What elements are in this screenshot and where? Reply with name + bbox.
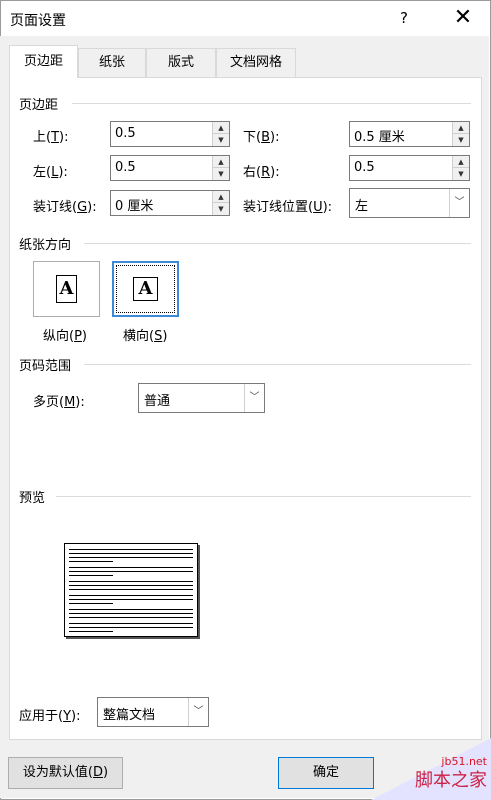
gutter-position-select[interactable]: 左 ﹀ xyxy=(349,188,470,218)
spin-down-icon[interactable]: ▼ xyxy=(453,168,469,180)
landscape-icon: A xyxy=(132,277,159,301)
page-preview xyxy=(64,543,198,637)
divider xyxy=(84,364,471,365)
chevron-down-icon[interactable]: ﹀ xyxy=(449,189,469,217)
landscape-button[interactable]: A xyxy=(112,261,179,317)
bottom-margin-spinner[interactable]: 0.5 厘米 ▲ ▼ xyxy=(349,121,470,147)
divider xyxy=(56,496,471,497)
left-margin-spinner[interactable]: 0.5 ▲ ▼ xyxy=(110,155,230,181)
margins-section-title: 页边距 xyxy=(19,98,59,113)
spin-up-icon[interactable]: ▲ xyxy=(453,156,469,168)
pages-section-title: 页码范围 xyxy=(19,359,72,374)
spin-up-icon[interactable]: ▲ xyxy=(453,122,469,134)
help-icon[interactable]: ? xyxy=(400,9,408,27)
spin-up-icon[interactable]: ▲ xyxy=(213,156,229,168)
right-margin-label: 右(R): xyxy=(243,165,280,180)
chevron-down-icon[interactable]: ﹀ xyxy=(244,384,264,412)
spin-up-icon[interactable]: ▲ xyxy=(213,191,229,203)
gutter-position-value: 左 xyxy=(355,199,369,214)
gutter-position-label: 装订线位置(U): xyxy=(243,200,333,215)
bottom-margin-label: 下(B): xyxy=(243,130,280,145)
multiple-pages-value: 普通 xyxy=(144,394,171,409)
watermark-text: 脚本之家 xyxy=(415,770,487,791)
ok-button[interactable]: 确定 xyxy=(278,757,374,789)
watermark: jb51.net 脚本之家 xyxy=(371,738,491,800)
spin-down-icon[interactable]: ▼ xyxy=(213,134,229,146)
apply-to-value: 整篇文档 xyxy=(103,708,156,723)
dialog-title: 页面设置 xyxy=(10,13,66,29)
gutter-value: 0 厘米 xyxy=(115,199,154,214)
portrait-icon: A xyxy=(55,275,78,303)
set-as-default-button[interactable]: 设为默认值(D) xyxy=(8,757,123,789)
title-bar: 页面设置 ? ✕ xyxy=(1,1,490,37)
orientation-section-title: 纸张方向 xyxy=(19,238,72,253)
right-margin-spinner[interactable]: 0.5 ▲ ▼ xyxy=(349,155,470,181)
bottom-margin-value: 0.5 厘米 xyxy=(354,130,405,145)
divider xyxy=(72,103,471,104)
top-margin-spinner[interactable]: 0.5 ▲ ▼ xyxy=(110,121,230,147)
divider xyxy=(84,243,471,244)
tab-paper[interactable]: 纸张 xyxy=(78,48,146,77)
spin-down-icon[interactable]: ▼ xyxy=(213,203,229,215)
gutter-spinner[interactable]: 0 厘米 ▲ ▼ xyxy=(110,190,230,216)
landscape-label: 横向(S) xyxy=(123,329,168,344)
gutter-label: 装订线(G): xyxy=(33,200,97,215)
tab-document-grid[interactable]: 文档网格 xyxy=(216,48,296,77)
top-margin-value: 0.5 xyxy=(115,126,136,141)
preview-section-title: 预览 xyxy=(19,491,46,506)
apply-to-label: 应用于(Y): xyxy=(19,709,81,724)
spin-down-icon[interactable]: ▼ xyxy=(453,134,469,146)
portrait-label: 纵向(P) xyxy=(43,329,87,344)
right-margin-value: 0.5 xyxy=(354,160,375,175)
close-icon[interactable]: ✕ xyxy=(452,5,474,30)
tab-margins[interactable]: 页边距 xyxy=(9,45,78,78)
multiple-pages-select[interactable]: 普通 ﹀ xyxy=(138,383,265,413)
portrait-button[interactable]: A xyxy=(33,261,100,317)
apply-to-select[interactable]: 整篇文档 ﹀ xyxy=(97,697,209,727)
spin-down-icon[interactable]: ▼ xyxy=(213,168,229,180)
left-margin-label: 左(L): xyxy=(33,165,68,180)
top-margin-label: 上(T): xyxy=(33,130,69,145)
spin-up-icon[interactable]: ▲ xyxy=(213,122,229,134)
chevron-down-icon[interactable]: ﹀ xyxy=(188,698,208,726)
left-margin-value: 0.5 xyxy=(115,160,136,175)
tab-layout[interactable]: 版式 xyxy=(146,48,216,77)
multiple-pages-label: 多页(M): xyxy=(33,395,85,410)
